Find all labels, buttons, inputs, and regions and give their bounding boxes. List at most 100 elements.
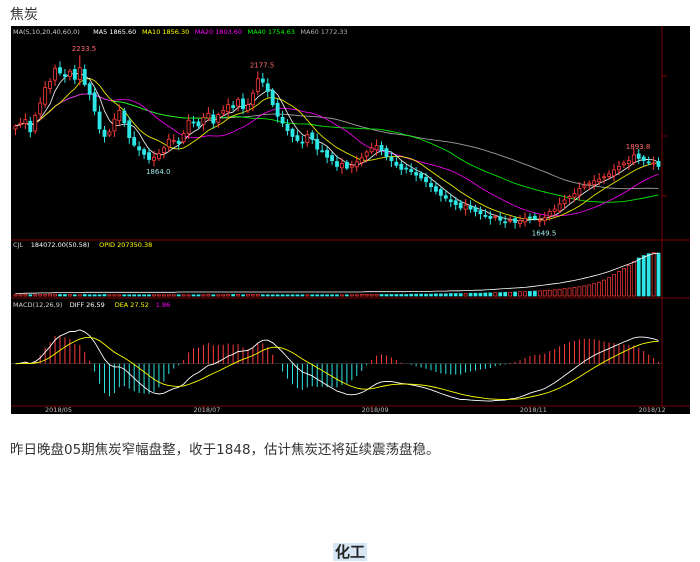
volume-bar xyxy=(612,274,616,297)
candle-body xyxy=(250,92,255,106)
volume-bar xyxy=(161,294,166,297)
volume-bar xyxy=(424,293,428,297)
volume-bar xyxy=(152,294,156,297)
candle-body xyxy=(354,161,359,168)
next-section-title: 化工 xyxy=(332,543,367,561)
volume-bar xyxy=(176,294,181,297)
candle-body xyxy=(295,135,300,141)
candle-body xyxy=(82,69,87,85)
volume-bar xyxy=(201,294,206,297)
candle-body xyxy=(597,178,602,183)
price-legend-item: MA40 1754.63 xyxy=(248,28,295,36)
price-legend-item: MA10 1856.30 xyxy=(142,28,189,36)
volume-bar xyxy=(216,294,221,297)
volume-bar xyxy=(473,292,478,297)
volume-bar xyxy=(63,294,67,297)
volume-bar xyxy=(523,291,527,297)
volume-bar xyxy=(656,252,661,297)
candle-body xyxy=(335,161,339,167)
volume-bar xyxy=(562,288,567,297)
volume-bar xyxy=(300,294,305,297)
candle-body xyxy=(473,207,478,212)
volume-bar xyxy=(468,292,473,297)
volume-bar xyxy=(419,293,423,297)
volume-bar xyxy=(597,281,602,297)
candle-body xyxy=(621,162,626,166)
candle-body xyxy=(236,99,241,107)
volume-bar xyxy=(443,293,448,297)
volume-bar xyxy=(582,285,587,297)
price-legend-item: MA20 1803.60 xyxy=(195,28,242,36)
candle-body xyxy=(181,133,186,143)
volume-bar xyxy=(359,294,364,297)
candle-body xyxy=(315,138,320,150)
candle-body xyxy=(498,216,503,221)
volume-bar xyxy=(82,294,87,297)
volume-bar xyxy=(87,294,92,297)
candle-body xyxy=(409,169,414,173)
volume-bar xyxy=(127,294,132,297)
volume-bar xyxy=(636,257,641,297)
volume-bar xyxy=(310,294,315,297)
volume-bar xyxy=(142,294,146,297)
candle-body xyxy=(142,149,147,155)
candle-body xyxy=(419,173,424,179)
volume-bar xyxy=(117,294,122,297)
volume-bar xyxy=(374,294,379,297)
volume-bar xyxy=(458,293,463,297)
candle-body xyxy=(117,110,122,122)
x-axis-tick-label: 2018/05 xyxy=(45,406,72,414)
volume-bar xyxy=(97,294,102,297)
volume-bar xyxy=(572,287,577,297)
volume-bar xyxy=(592,283,597,297)
candle-body xyxy=(523,217,527,223)
candle-body xyxy=(127,120,132,138)
volume-bar xyxy=(478,292,483,297)
candle-body xyxy=(340,163,344,169)
volume-bar xyxy=(508,291,513,297)
volume-bar xyxy=(92,294,97,297)
volume-bar xyxy=(38,294,43,297)
candle-body xyxy=(132,137,137,146)
volume-bar xyxy=(651,252,656,297)
volume-bar xyxy=(33,294,38,297)
volume-bar xyxy=(255,294,260,297)
candle-body xyxy=(152,156,156,161)
chart-svg: 2233.5 1864.0 2177.5 1649.5 1893.8 MA(5,10,20… xyxy=(11,26,690,414)
volume-bar xyxy=(434,293,438,297)
volume-bar xyxy=(191,294,196,297)
candle-body xyxy=(330,155,334,162)
candle-body xyxy=(270,90,275,106)
candle-body xyxy=(171,140,176,142)
x-axis-tick-label: 2018/07 xyxy=(193,406,220,414)
candle-body xyxy=(636,153,641,159)
candle-body xyxy=(433,186,438,192)
volume-bar xyxy=(626,264,631,297)
candlestick-chart: 2233.5 1864.0 2177.5 1649.5 1893.8 MA(5,10,20… xyxy=(11,26,690,414)
candle-body xyxy=(63,74,67,77)
volume-bar xyxy=(231,294,236,297)
candle-body xyxy=(97,111,102,130)
volume-legend-item: OPID 207350.38 xyxy=(99,241,152,249)
candle-body xyxy=(107,131,112,136)
next-section-title-wrap: 化工 xyxy=(0,541,700,562)
ma60-line xyxy=(15,93,659,190)
candle-body xyxy=(404,167,409,170)
candle-body xyxy=(18,122,23,125)
price-legend-item: MA60 1772.33 xyxy=(300,28,347,36)
volume-bar xyxy=(23,294,28,297)
volume-bar xyxy=(354,294,359,297)
candle-body xyxy=(537,219,542,222)
candle-body xyxy=(290,128,295,137)
candle-body xyxy=(646,161,651,164)
volume-bar xyxy=(463,293,468,297)
volume-bar xyxy=(340,294,344,297)
candle-body xyxy=(424,177,428,183)
volume-bar xyxy=(77,294,82,297)
candle-body xyxy=(176,140,181,144)
candle-body xyxy=(641,156,646,162)
volume-bar xyxy=(102,294,107,297)
volume-bar xyxy=(236,294,240,297)
candle-body xyxy=(349,164,354,168)
volume-bar xyxy=(43,294,48,297)
